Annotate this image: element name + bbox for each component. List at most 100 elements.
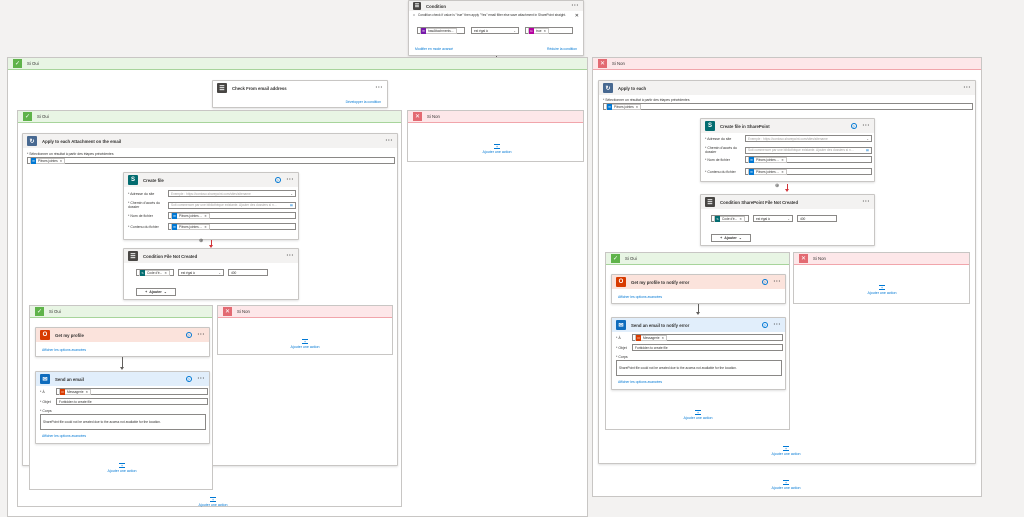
create-file-header[interactable]: S Create file ? ··· xyxy=(124,173,298,187)
remove-token-icon[interactable]: ✕ xyxy=(781,158,784,162)
to-input[interactable]: O Messagerie ✕ xyxy=(56,388,208,395)
more-options-icon[interactable]: ··· xyxy=(287,253,295,259)
content-token[interactable]: ✉ Pièces jointes ... ✕ xyxy=(748,168,787,175)
content-token[interactable]: ✉ Pièces jointes ... ✕ xyxy=(171,223,210,230)
folder-icon[interactable]: ▤ xyxy=(866,148,869,152)
condition-left-input[interactable]: S Code d'é... ✕ xyxy=(711,215,749,222)
branch-yes-header[interactable]: ✓ Si Oui xyxy=(8,58,587,70)
more-options-icon[interactable]: ··· xyxy=(964,85,972,91)
more-options-icon[interactable]: ··· xyxy=(774,279,782,285)
create-file-sp-header[interactable]: S Create file in SharePoint ? ··· xyxy=(701,119,874,133)
add-condition-button[interactable]: + Ajouter ⌄ xyxy=(711,234,751,242)
subject-input[interactable]: Forbidden to create file xyxy=(632,344,783,351)
more-options-icon[interactable]: ··· xyxy=(198,376,206,382)
condition-sp-card[interactable]: ☰ Condition SharePoint File Not Created … xyxy=(700,194,875,246)
create-file-card[interactable]: S Create file ? ··· * Adresse du site Exem… xyxy=(123,172,299,240)
operator-select[interactable]: est égal à ⌄ xyxy=(178,269,224,276)
site-input[interactable]: Exemple : https://contoso.sharepoint.com… xyxy=(745,135,872,142)
help-icon[interactable]: ? xyxy=(850,123,857,129)
advanced-mode-link[interactable]: Modifier en mode avancé xyxy=(415,47,453,51)
add-step-icon[interactable]: ⊕ xyxy=(775,183,779,189)
folder-icon[interactable]: ▤ xyxy=(290,203,293,207)
expand-condition-link[interactable]: Développer la condition xyxy=(346,100,381,104)
help-icon[interactable]: ? xyxy=(761,322,768,328)
subject-input[interactable]: Forbidden to create file xyxy=(56,398,208,405)
top-condition-header[interactable]: ☰ Condition ··· xyxy=(409,1,583,11)
remove-token-icon[interactable]: ✕ xyxy=(204,225,207,229)
right-inner-no-header[interactable]: ✕ Si Non xyxy=(794,253,969,265)
condition-not-created-card[interactable]: ☰ Condition File Not Created ··· S Code d… xyxy=(123,248,299,300)
remove-token-icon[interactable]: ✕ xyxy=(636,105,639,109)
status-code-token[interactable]: S Code d'é... ✕ xyxy=(714,215,745,222)
remove-token-icon[interactable]: ✕ xyxy=(661,336,664,340)
to-input[interactable]: O Messagerie ✕ xyxy=(632,334,783,341)
help-icon[interactable]: ? xyxy=(761,279,768,285)
advanced-options-link[interactable]: Afficher les options avancées xyxy=(618,295,662,299)
more-options-icon[interactable]: ··· xyxy=(386,138,394,144)
condition-left-input[interactable]: S Code d'é... ✕ xyxy=(136,269,174,276)
name-token[interactable]: ✉ Pièces jointes ... ✕ xyxy=(171,212,210,219)
mail-token[interactable]: O Messagerie ✕ xyxy=(59,388,92,395)
add-action-button[interactable]: + Ajouter une action xyxy=(473,144,521,154)
create-file-sp-card[interactable]: S Create file in SharePoint ? ··· * Adres… xyxy=(700,118,875,182)
condition-not-created-header[interactable]: ☰ Condition File Not Created ··· xyxy=(124,249,298,263)
add-condition-button[interactable]: + Ajouter ⌄ xyxy=(136,288,176,296)
body-input[interactable]: SharePoint file could not be created due… xyxy=(40,414,206,430)
more-options-icon[interactable]: ··· xyxy=(572,3,580,9)
more-options-icon[interactable]: ··· xyxy=(863,123,871,129)
check-from-header[interactable]: ☰ Check From email address ··· xyxy=(213,81,387,95)
add-action-button[interactable]: + Ajouter une action xyxy=(281,339,329,349)
more-options-icon[interactable]: ··· xyxy=(287,177,295,183)
collapse-condition-link[interactable]: Réduire la condition xyxy=(547,47,577,51)
get-profile-card[interactable]: O Get my profile ? ··· Afficher les optio… xyxy=(35,327,210,357)
mail-token[interactable]: O Messagerie ✕ xyxy=(635,334,668,341)
send-email-error-card[interactable]: ✉ Send an email to notify error ? ··· * À… xyxy=(611,317,786,390)
apply-each-input[interactable]: ✉ Pièces jointes ✕ xyxy=(27,157,395,164)
branch-no-header[interactable]: ✕ Si Non xyxy=(593,58,981,70)
send-email-card[interactable]: ✉ Send an email ? ··· * À O Messagerie ✕ * O… xyxy=(35,371,210,444)
apply-each-right-header[interactable]: ↻ Apply to each ··· xyxy=(599,81,975,95)
close-icon[interactable]: ✕ xyxy=(575,13,579,19)
more-options-icon[interactable]: ··· xyxy=(198,332,206,338)
condition-token[interactable]: ✉ hasAttachments... xyxy=(420,27,457,34)
body-input[interactable]: SharePoint file could not be created due… xyxy=(616,360,782,376)
right-inner-yes-header[interactable]: ✓ Si Oui xyxy=(606,253,789,265)
more-options-icon[interactable]: ··· xyxy=(376,85,384,91)
folder-input[interactable]: Soit commencer par une bibliothèque exis… xyxy=(168,201,296,209)
apply-each-input[interactable]: ✉ Pièces jointes ✕ xyxy=(603,103,973,110)
add-action-button[interactable]: + Ajouter une action xyxy=(762,480,810,490)
name-input[interactable]: ✉ Pièces jointes ... ✕ xyxy=(745,156,872,163)
content-input[interactable]: ✉ Pièces jointes ... ✕ xyxy=(745,168,872,175)
help-icon[interactable]: ? xyxy=(185,376,192,382)
advanced-options-link[interactable]: Afficher les options avancées xyxy=(42,348,86,352)
apply-each-header[interactable]: ↻ Apply to each Attachment on the email … xyxy=(23,134,397,148)
get-profile-header[interactable]: O Get my profile ? ··· xyxy=(36,328,209,342)
send-email-error-header[interactable]: ✉ Send an email to notify error ? ··· xyxy=(612,318,785,332)
add-action-button[interactable]: + Ajouter une action xyxy=(674,410,722,420)
advanced-options-link[interactable]: Afficher les options avancées xyxy=(42,434,86,438)
value-input[interactable]: 400 xyxy=(797,215,837,222)
get-profile-error-card[interactable]: O Get my profile to notify error ? ··· Af… xyxy=(611,274,786,304)
folder-input[interactable]: Soit commencer par une bibliothèque exis… xyxy=(745,146,872,154)
remove-token-icon[interactable]: ✕ xyxy=(204,214,207,218)
deep-no-header[interactable]: ✕ Si Non xyxy=(218,306,392,318)
add-action-button[interactable]: + Ajouter une action xyxy=(858,285,906,295)
condition-operator-select[interactable]: est égal à ⌄ xyxy=(471,27,519,34)
help-icon[interactable]: ? xyxy=(274,177,281,183)
attachments-token[interactable]: ✉ Pièces jointes ✕ xyxy=(606,103,642,110)
remove-token-icon[interactable]: ✕ xyxy=(164,271,167,275)
add-step-icon[interactable]: ⊕ xyxy=(199,238,203,244)
more-options-icon[interactable]: ··· xyxy=(863,199,871,205)
advanced-options-link[interactable]: Afficher les options avancées xyxy=(618,380,662,384)
remove-token-icon[interactable]: ✕ xyxy=(85,390,88,394)
value-input[interactable]: 400 xyxy=(228,269,268,276)
remove-token-icon[interactable]: ✕ xyxy=(60,159,63,163)
name-input[interactable]: ✉ Pièces jointes ... ✕ xyxy=(168,212,296,219)
check-from-card[interactable]: ☰ Check From email address ··· Développe… xyxy=(212,80,388,108)
inner-no-header[interactable]: ✕ Si Non xyxy=(408,111,583,123)
help-icon[interactable]: ? xyxy=(185,332,192,338)
remove-token-icon[interactable]: ✕ xyxy=(739,217,742,221)
add-action-button[interactable]: + Ajouter une action xyxy=(189,497,237,507)
name-token[interactable]: ✉ Pièces jointes ... ✕ xyxy=(748,156,787,163)
remove-token-icon[interactable]: ✕ xyxy=(544,29,547,33)
